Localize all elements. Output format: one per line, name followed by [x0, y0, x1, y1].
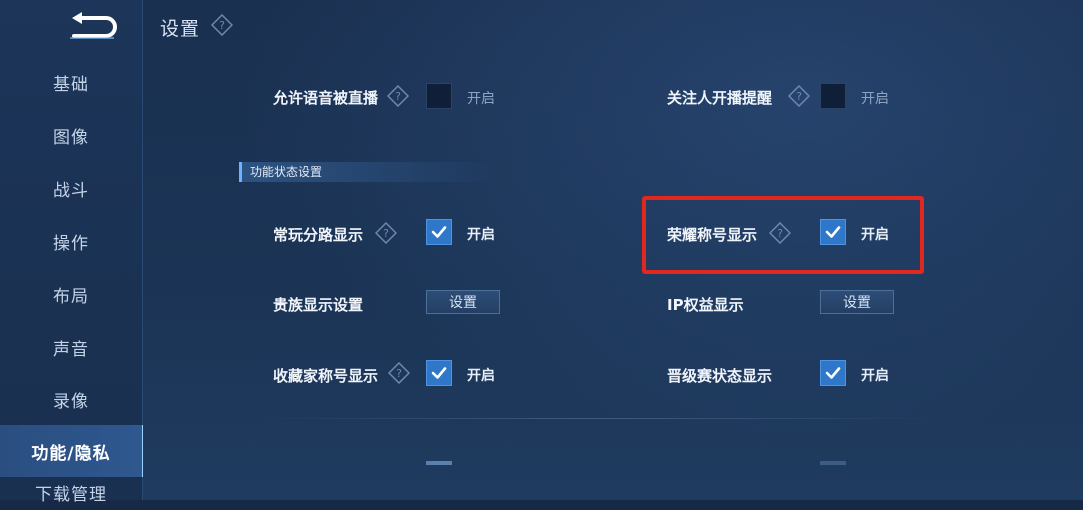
voice-broadcast-label: 允许语音被直播	[273, 89, 379, 107]
collector-title-label: 收藏家称号显示	[273, 367, 379, 385]
follow-stream-alert-option: 开启	[861, 91, 889, 107]
next-row-checkbox-partial[interactable]	[426, 461, 452, 465]
ip-benefits-label: IP权益显示	[667, 296, 744, 314]
sidebar-item-basic[interactable]: 基础	[0, 56, 142, 108]
noble-display-settings-button[interactable]: 设置	[426, 290, 500, 314]
noble-display-label: 贵族显示设置	[273, 296, 364, 314]
svg-text:?: ?	[383, 227, 389, 240]
sidebar-item-download[interactable]: 下载管理	[0, 480, 142, 510]
back-arrow-icon[interactable]	[66, 10, 120, 42]
help-icon[interactable]: ?	[211, 14, 233, 36]
help-icon[interactable]: ?	[788, 85, 810, 107]
svg-text:?: ?	[396, 367, 402, 380]
frequent-lane-checkbox[interactable]	[426, 219, 452, 245]
sidebar-item-sound[interactable]: 声音	[0, 321, 142, 373]
sidebar-item-function-privacy[interactable]: 功能/隐私	[0, 425, 145, 477]
rank-promotion-checkbox[interactable]	[820, 360, 846, 386]
sidebar: 基础 图像 战斗 操作 布局 声音 录像 功能/隐私 下载管理	[0, 0, 145, 505]
sidebar-item-graphics[interactable]: 图像	[0, 109, 142, 161]
collector-title-checkbox[interactable]	[426, 360, 452, 386]
checkmark-icon	[431, 226, 447, 238]
section-header: 功能状态设置	[239, 162, 495, 182]
sidebar-item-replay[interactable]: 录像	[0, 373, 142, 425]
divider	[261, 418, 941, 419]
svg-text:?: ?	[796, 90, 802, 103]
voice-broadcast-option: 开启	[467, 91, 495, 107]
svg-text:?: ?	[395, 90, 401, 103]
help-icon[interactable]: ?	[375, 222, 397, 244]
sidebar-item-layout[interactable]: 布局	[0, 268, 142, 320]
frequent-lane-label: 常玩分路显示	[273, 226, 364, 244]
help-icon[interactable]: ?	[388, 362, 410, 384]
highlight-annotation-box	[642, 196, 924, 274]
rank-promotion-option: 开启	[861, 368, 889, 384]
svg-text:?: ?	[219, 19, 225, 32]
help-icon[interactable]: ?	[387, 85, 409, 107]
settings-panel: 设置 ? 允许语音被直播 ? 开启 关注人开播提醒 ? 开启 功能状态设置 常玩…	[143, 0, 1083, 500]
rank-promotion-label: 晋级赛状态显示	[667, 367, 773, 385]
page-title: 设置	[160, 18, 201, 40]
checkmark-icon	[825, 367, 841, 379]
checkmark-icon	[431, 367, 447, 379]
follow-stream-alert-label: 关注人开播提醒	[667, 89, 773, 107]
ip-benefits-settings-button[interactable]: 设置	[820, 290, 894, 314]
follow-stream-alert-checkbox[interactable]	[820, 83, 846, 109]
frequent-lane-option: 开启	[467, 227, 495, 243]
collector-title-option: 开启	[467, 368, 495, 384]
sidebar-item-combat[interactable]: 战斗	[0, 162, 142, 214]
next-row-checkbox-partial[interactable]	[820, 461, 846, 465]
voice-broadcast-checkbox[interactable]	[426, 83, 452, 109]
sidebar-item-controls[interactable]: 操作	[0, 215, 142, 267]
